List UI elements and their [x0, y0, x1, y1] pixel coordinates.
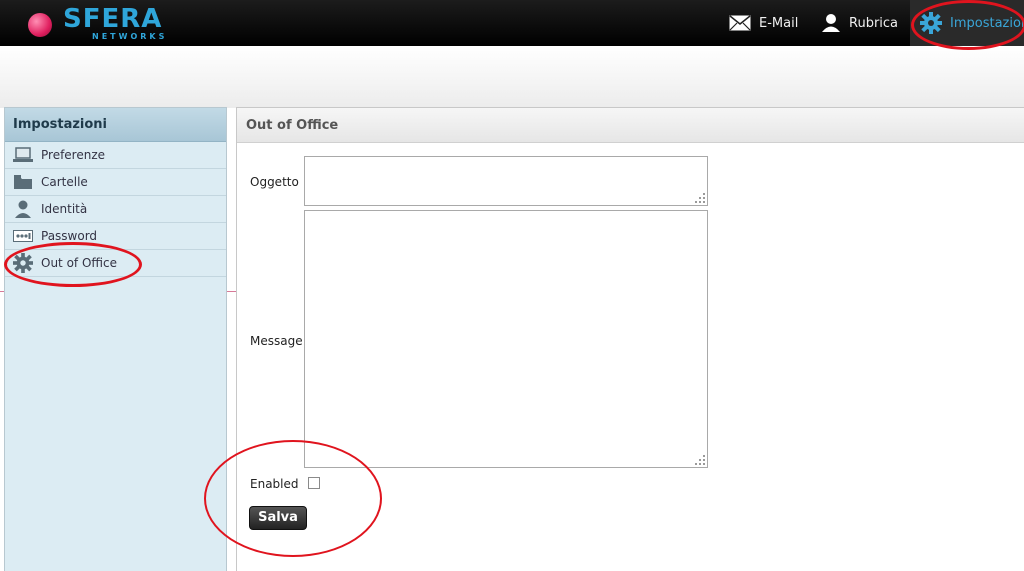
resize-grip-icon[interactable] [695, 193, 705, 203]
sidebar-item-cartelle[interactable]: Cartelle [5, 169, 226, 196]
sidebar-item-preferenze[interactable]: Preferenze [5, 142, 226, 169]
top-bar: SFERA NETWORKS E-Mail Rubrica Impostazio… [0, 0, 1024, 46]
nav-impostazioni-label: Impostazioni [950, 15, 1024, 31]
enabled-checkbox[interactable] [308, 477, 320, 489]
message-label: Message [250, 334, 303, 348]
nav-impostazioni[interactable]: Impostazioni [910, 0, 1024, 46]
sidebar-item-label: Password [41, 229, 98, 243]
save-button[interactable]: Salva [249, 506, 307, 530]
logo-ball-icon [28, 13, 52, 37]
password-icon [13, 226, 33, 246]
identity-icon [13, 199, 33, 219]
gear-icon [920, 12, 942, 34]
out-of-office-panel: Out of Office Oggetto Message Enabled Sa… [236, 107, 1024, 571]
sidebar-item-identita[interactable]: Identità [5, 196, 226, 223]
enabled-label: Enabled [250, 477, 299, 491]
nav-rubrica[interactable]: Rubrica [821, 0, 898, 46]
sidebar-item-label: Out of Office [41, 256, 117, 270]
logo-brand-sub: NETWORKS [92, 32, 168, 41]
gear-icon [13, 253, 33, 273]
sidebar-item-label: Preferenze [41, 148, 106, 162]
panel-title: Out of Office [237, 108, 1024, 143]
sidebar-item-out-of-office[interactable]: Out of Office [5, 250, 226, 277]
message-field[interactable] [304, 210, 708, 468]
resize-grip-icon[interactable] [695, 455, 705, 465]
person-icon [821, 13, 841, 33]
sidebar-item-label: Identità [41, 202, 88, 216]
envelope-icon [729, 15, 751, 31]
nav-email[interactable]: E-Mail [729, 0, 798, 46]
nav-rubrica-label: Rubrica [849, 15, 899, 31]
settings-sidebar: Impostazioni Preferenze Cartelle Identit… [4, 107, 227, 571]
header-band [0, 46, 1024, 108]
folder-icon [13, 172, 33, 192]
sidebar-item-label: Cartelle [41, 175, 88, 189]
laptop-icon [13, 145, 33, 165]
sfera-logo[interactable]: SFERA NETWORKS [26, 4, 186, 44]
nav-email-label: E-Mail [759, 15, 799, 31]
logo-brand-name: SFERA [63, 4, 163, 34]
subject-label: Oggetto [250, 175, 299, 189]
subject-field[interactable] [304, 156, 708, 206]
sidebar-title: Impostazioni [5, 108, 226, 142]
sidebar-item-password[interactable]: Password [5, 223, 226, 250]
